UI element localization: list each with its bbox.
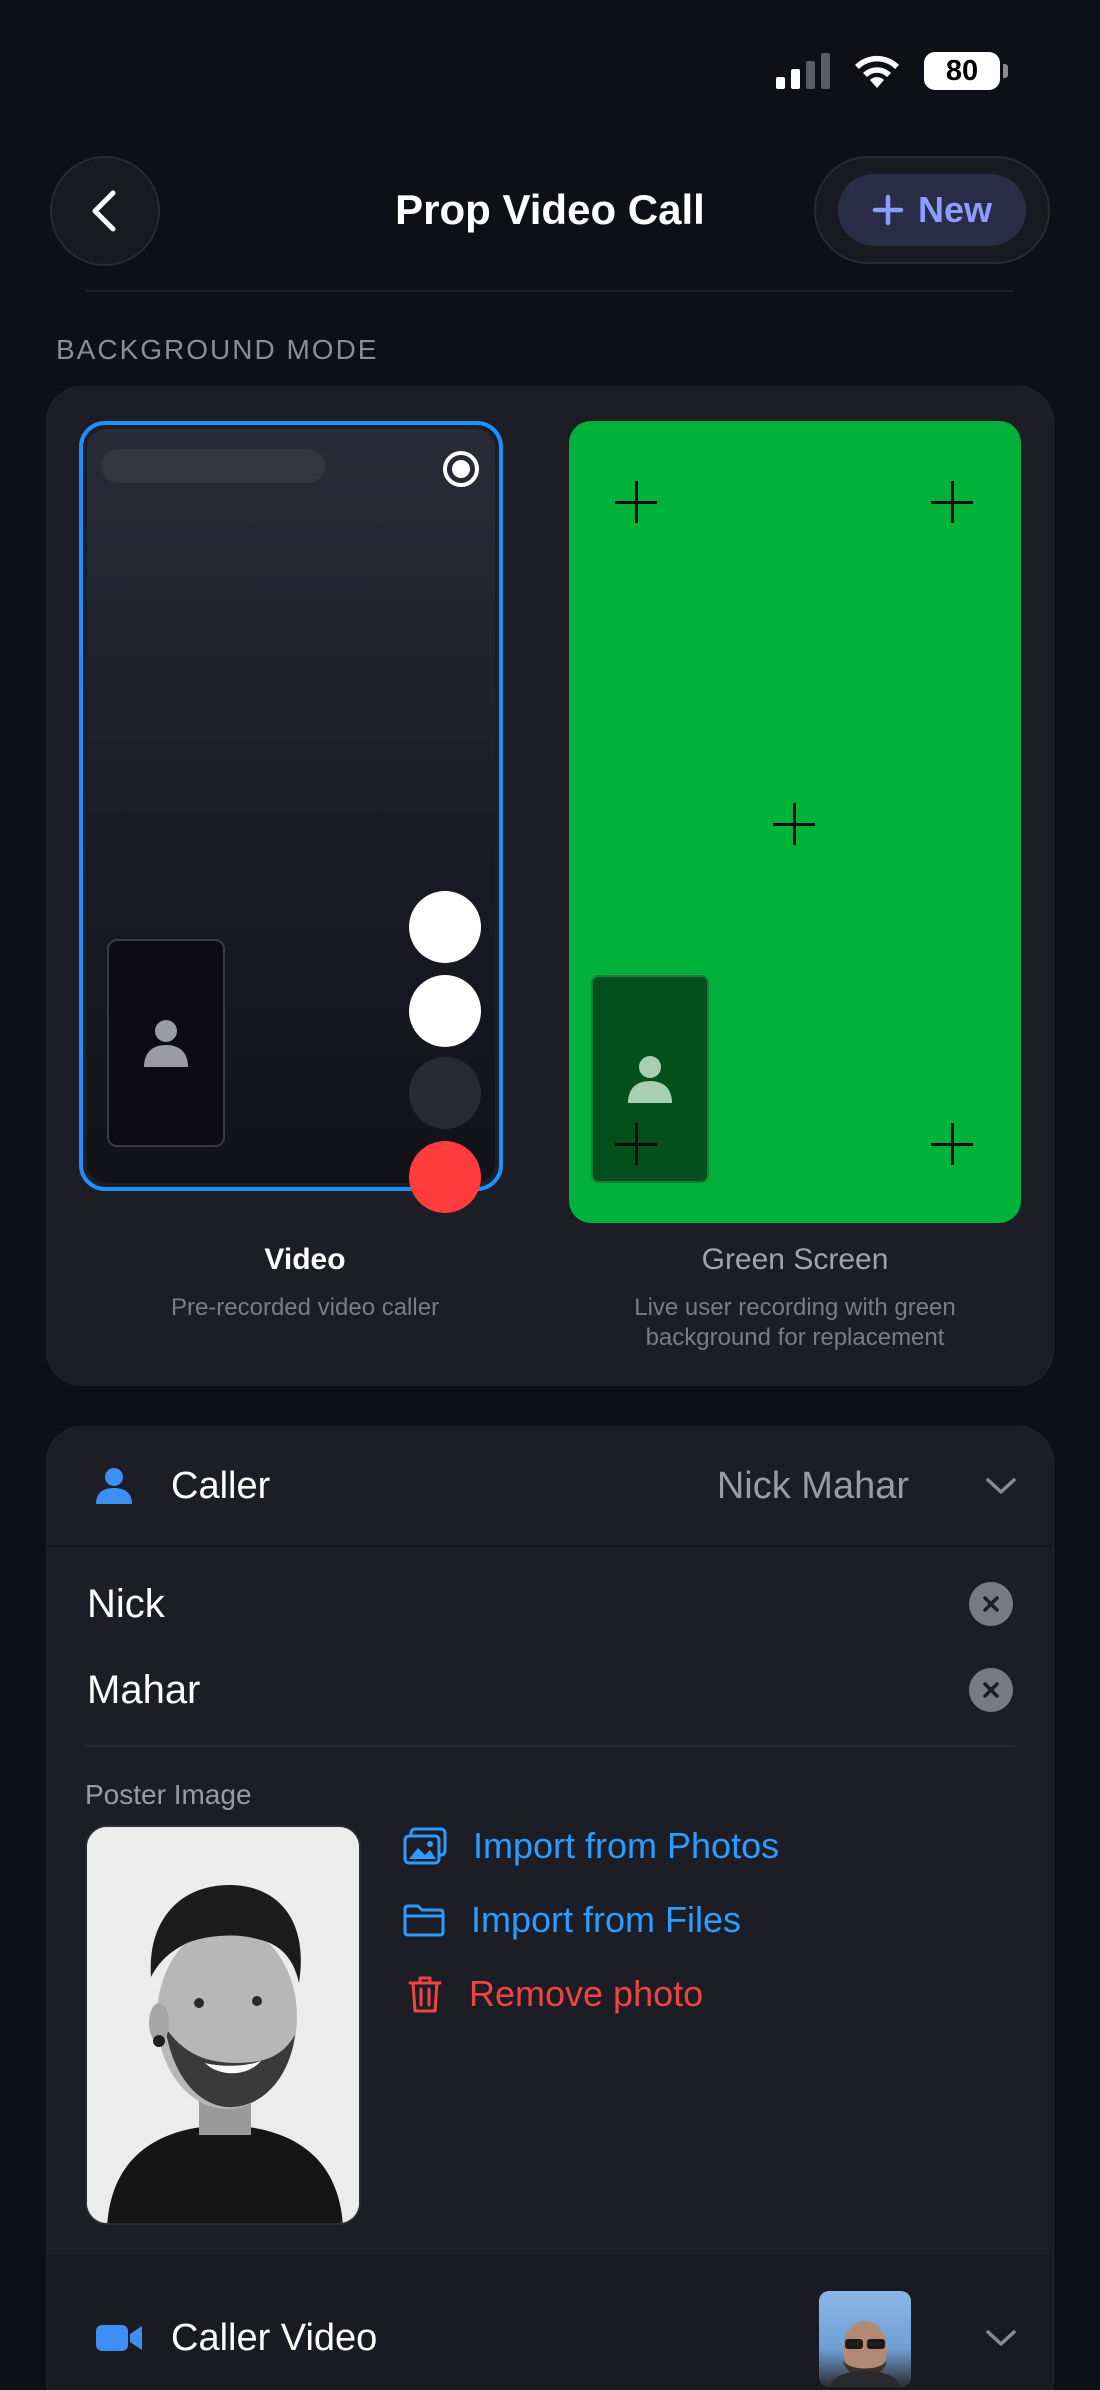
import-from-photos-button[interactable]: Import from Photos	[403, 1825, 779, 1867]
import-from-files-label: Import from Files	[471, 1899, 742, 1940]
clear-first-name-button[interactable]	[969, 1582, 1013, 1626]
caller-video-thumbnail-image	[829, 2321, 901, 2387]
new-button[interactable]: New	[838, 174, 1026, 246]
battery-icon: 80	[924, 52, 1008, 90]
remove-photo-label: Remove photo	[469, 1973, 704, 2014]
row-divider	[47, 1545, 1053, 1547]
clear-icon	[983, 1682, 999, 1698]
new-button-container: New	[814, 156, 1050, 264]
last-name-field[interactable]: Mahar	[87, 1655, 1013, 1725]
video-mode-option[interactable]	[79, 421, 503, 1213]
caller-name-placeholder	[101, 449, 325, 483]
wifi-icon	[855, 55, 899, 88]
person-icon	[628, 1056, 672, 1103]
crosshair-icon	[615, 1123, 657, 1165]
last-name-value: Mahar	[87, 1667, 201, 1712]
status-bar: 80	[776, 52, 1008, 90]
video-camera-icon	[96, 2325, 142, 2351]
import-from-files-button[interactable]: Import from Files	[403, 1899, 741, 1941]
control-button-preview	[409, 975, 481, 1047]
person-icon	[144, 1020, 188, 1067]
crosshair-icon	[931, 1123, 973, 1165]
plus-icon	[872, 194, 904, 226]
background-mode-card: Video Pre-recorded video caller Green Sc…	[46, 386, 1054, 1386]
caller-label: Caller	[171, 1464, 271, 1507]
import-from-photos-label: Import from Photos	[473, 1825, 780, 1866]
self-view-preview	[107, 939, 225, 1147]
first-name-field[interactable]: Nick	[87, 1569, 1013, 1639]
remove-photo-button[interactable]: Remove photo	[407, 1973, 703, 2015]
crosshair-icon	[931, 481, 973, 523]
clear-last-name-button[interactable]	[969, 1668, 1013, 1712]
chevron-down-icon	[986, 2330, 1016, 2346]
green-screen-mode-title: Green Screen	[701, 1243, 889, 1276]
video-mode-preview	[87, 429, 495, 1213]
new-button-label: New	[917, 189, 993, 230]
caller-row[interactable]: Caller Nick Mahar	[47, 1427, 1053, 1545]
green-screen-mode-description: Live user recording with green backgroun…	[634, 1294, 956, 1351]
caller-video-thumbnail[interactable]	[819, 2291, 911, 2387]
chevron-down-icon	[986, 1478, 1016, 1494]
control-button-preview	[409, 1057, 481, 1129]
video-mode-description: Pre-recorded video caller	[170, 1294, 440, 1321]
control-button-preview	[409, 891, 481, 963]
signal-icon	[776, 53, 830, 89]
poster-image	[85, 1825, 361, 2225]
folder-icon	[403, 1904, 445, 1937]
poster-image-label: Poster Image	[85, 1779, 252, 1810]
clear-icon	[983, 1596, 999, 1612]
prop-video-call-screen: 80 Prop Video Call New BACKGROUND MODE V…	[0, 0, 1100, 2390]
video-mode-title: Video	[264, 1243, 346, 1276]
inner-divider	[85, 1745, 1015, 1747]
caller-card: Caller Nick Mahar Nick Mahar Poster Imag…	[46, 1426, 1054, 2390]
background-mode-section-label: BACKGROUND MODE	[56, 334, 379, 365]
trash-icon	[408, 1976, 442, 2013]
photos-icon	[403, 1827, 447, 1865]
end-call-button-preview	[409, 1141, 481, 1213]
battery-level: 80	[945, 54, 979, 87]
crosshair-icon	[773, 803, 815, 845]
first-name-value: Nick	[87, 1581, 165, 1626]
caller-value: Nick Mahar	[716, 1464, 909, 1507]
caller-video-label: Caller Video	[171, 2316, 378, 2359]
header-divider	[86, 290, 1014, 292]
selected-radio-icon	[443, 451, 479, 487]
poster-photo	[87, 1827, 359, 2223]
crosshair-icon	[615, 481, 657, 523]
person-icon	[96, 1468, 132, 1504]
green-screen-mode-option[interactable]	[569, 421, 1021, 1223]
